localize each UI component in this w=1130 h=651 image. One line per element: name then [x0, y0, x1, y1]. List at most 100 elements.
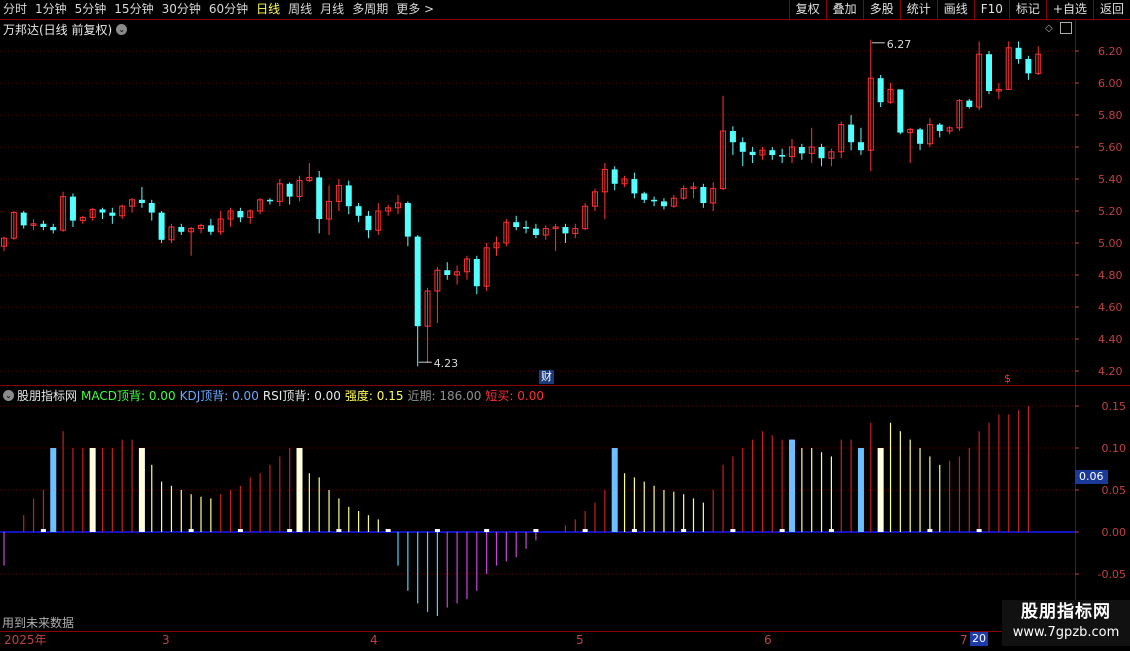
short-buy-label: 短买: 0.00 [485, 389, 544, 403]
ind-highlight-bar [611, 448, 618, 532]
stock-title: 万邦达(日线 前复权) [3, 23, 113, 37]
period-tab-7[interactable]: 周线 [285, 0, 317, 19]
ind-highlight-bar [89, 448, 96, 532]
stock-title-row: 万邦达(日线 前复权) ⌄ [3, 21, 128, 38]
price-axis-label: 4.20 [1098, 365, 1123, 378]
candle-body [178, 227, 185, 232]
candle-body [631, 179, 638, 194]
ind-marker [40, 529, 46, 532]
ind-highlight-bar [138, 448, 145, 532]
ind-axis-label: 0.05 [1102, 484, 1127, 497]
period-tab-3[interactable]: 15分钟 [111, 0, 158, 19]
tool-button-0[interactable]: 复权 [788, 0, 826, 19]
candle-body [444, 270, 451, 275]
ind-marker [188, 529, 194, 532]
ind-marker [484, 529, 490, 532]
ind-marker [434, 529, 440, 532]
candle-body [1015, 47, 1022, 59]
candle-body [936, 124, 943, 131]
price-axis-label: 6.00 [1098, 77, 1123, 90]
high-price-label: 6.27 [887, 38, 912, 51]
price-axis-label: 5.40 [1098, 173, 1123, 186]
ind-marker [730, 529, 736, 532]
dollar-marker[interactable]: $ [1004, 372, 1011, 385]
candle-body [148, 203, 155, 213]
candle-body [513, 222, 520, 227]
period-tab-0[interactable]: 分时 [0, 0, 32, 19]
candle-body [857, 142, 864, 151]
ind-marker [336, 529, 342, 532]
time-tick-3: 5 [576, 633, 584, 647]
future-data-note: 用到未来数据 [2, 616, 75, 630]
indicator-name[interactable]: 股朋指标网 [17, 387, 77, 404]
tool-button-6[interactable]: 标记 [1008, 0, 1046, 19]
tool-buttons: 复权 叠加 多股 统计 画线 F10 标记 +自选 返回 [788, 0, 1130, 19]
ind-marker [533, 529, 539, 532]
tool-button-3[interactable]: 统计 [899, 0, 937, 19]
ind-marker [90, 529, 96, 532]
tool-button-4[interactable]: 画线 [936, 0, 974, 19]
period-tab-10[interactable]: 更多 > [393, 0, 439, 19]
time-tick-5: 7 [960, 633, 968, 647]
ind-marker [828, 529, 834, 532]
tool-button-2[interactable]: 多股 [862, 0, 900, 19]
watermark: 股朋指标网 www.7gpzb.com [1002, 600, 1130, 646]
price-axis-label: 4.40 [1098, 333, 1123, 346]
time-tick-0: 2025年 [4, 633, 47, 647]
candle-body [138, 199, 145, 203]
candle-body [769, 150, 776, 155]
candle-body [779, 155, 786, 157]
price-axis-label: 6.20 [1098, 45, 1123, 58]
candle-body [50, 227, 57, 231]
candle-body [877, 78, 884, 103]
period-tab-8[interactable]: 月线 [317, 0, 349, 19]
ind-axis-label: 0.15 [1102, 400, 1127, 413]
tool-button-7[interactable]: +自选 [1045, 0, 1093, 19]
price-axis-label: 5.60 [1098, 141, 1123, 154]
candle-body [611, 169, 618, 184]
candle-body [986, 54, 992, 91]
chevron-down-icon[interactable]: ⌄ [116, 24, 128, 35]
period-tab-4[interactable]: 30分钟 [159, 0, 206, 19]
ind-axis-label: -0.05 [1098, 568, 1126, 581]
candle-body [40, 223, 47, 227]
ind-marker [878, 529, 884, 532]
price-axis-label: 5.00 [1098, 237, 1123, 250]
ind-marker [927, 529, 933, 532]
candle-body [266, 199, 273, 202]
period-tab-5[interactable]: 60分钟 [206, 0, 253, 19]
candle-body [739, 142, 746, 152]
candle-body [660, 201, 667, 207]
period-tab-6[interactable]: 日线 [253, 0, 285, 19]
candle-body [414, 236, 421, 327]
time-axis: 2025年 3 4 5 6 7 [0, 631, 1130, 651]
candle-body [729, 131, 736, 143]
corner-box[interactable]: 20 [970, 632, 988, 646]
tool-button-5[interactable]: F10 [973, 0, 1009, 19]
finance-marker[interactable]: 财 [539, 370, 554, 384]
candle-body [355, 206, 362, 216]
ind-marker [681, 529, 687, 532]
kline-chart[interactable]: 6.20 6.00 5.80 5.60 5.40 5.20 5.00 4.80 4.60 4.40… [0, 0, 1130, 650]
ind-axis-label: 0.00 [1102, 526, 1127, 539]
candle-body [20, 212, 27, 226]
period-tabs: 分时 1分钟 5分钟 15分钟 30分钟 60分钟 日线 周线 月线 多周期 更多 > [0, 0, 439, 19]
tool-button-1[interactable]: 叠加 [825, 0, 863, 19]
tool-button-8[interactable]: 返回 [1092, 0, 1130, 19]
candle-body [286, 183, 293, 197]
candle-body [897, 89, 904, 133]
diamond-icon[interactable]: ◇ [1045, 23, 1053, 34]
candle-body [749, 151, 756, 155]
ind-axis-label: 0.10 [1102, 442, 1127, 455]
candle-body [1025, 59, 1032, 74]
candle-body [345, 185, 352, 207]
time-tick-2: 4 [370, 633, 378, 647]
period-tab-1[interactable]: 1分钟 [32, 0, 72, 19]
watermark-url: www.7gpzb.com [1012, 625, 1120, 640]
period-tab-2[interactable]: 5分钟 [72, 0, 112, 19]
rsi-label: RSI顶背: 0.00 [262, 389, 341, 403]
chevron-down-icon[interactable]: ⌄ [3, 390, 14, 401]
ind-highlight-bar [789, 439, 795, 532]
window-icon[interactable] [1060, 22, 1072, 34]
period-tab-9[interactable]: 多周期 [349, 0, 393, 19]
